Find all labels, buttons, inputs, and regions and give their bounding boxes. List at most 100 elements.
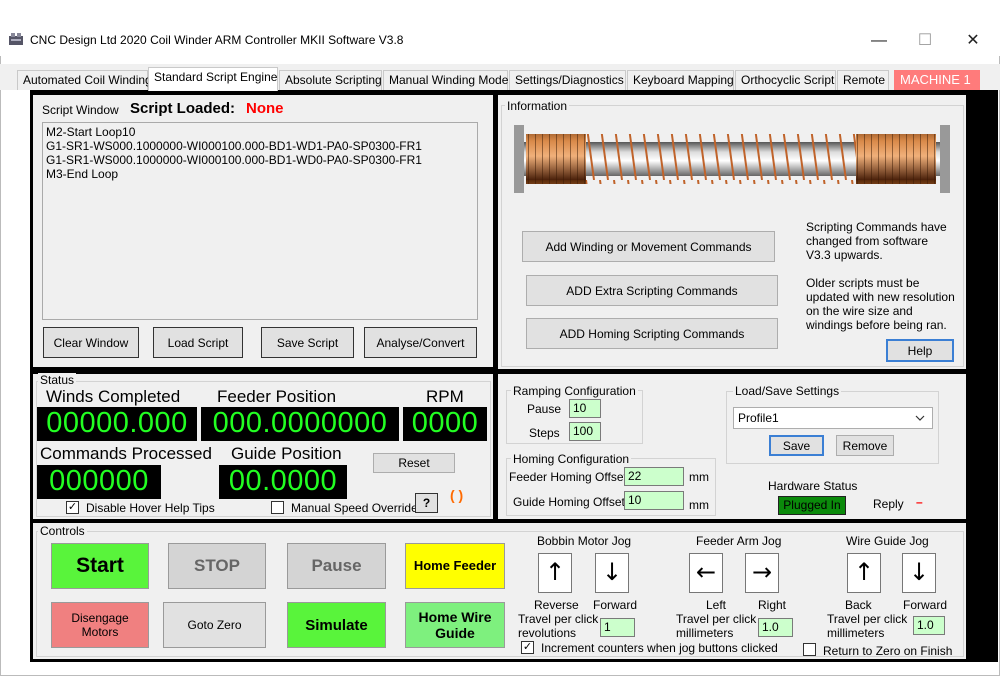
tab-settings-diagnostics[interactable]: Settings/Diagnostics	[509, 70, 626, 90]
home-feeder-button[interactable]: Home Feeder	[405, 543, 505, 589]
tab-remote[interactable]: Remote	[837, 70, 889, 90]
arrow-down-icon: ↓	[908, 558, 930, 586]
loadsave-label: Load/Save Settings	[733, 384, 842, 398]
rpm-label: RPM	[426, 387, 464, 406]
analyse-convert-button[interactable]: Analyse/Convert	[364, 327, 477, 358]
guide-jog-label: Wire Guide Jog	[846, 534, 929, 548]
script-loaded-label: Script Loaded:	[130, 100, 236, 117]
disable-hover-checkbox[interactable]: ✓	[66, 501, 79, 514]
commands-processed-label: Commands Processed	[40, 444, 212, 463]
window-title: CNC Design Ltd 2020 Coil Winder ARM Cont…	[30, 33, 404, 47]
add-winding-button[interactable]: Add Winding or Movement Commands	[522, 231, 775, 262]
add-extra-button[interactable]: ADD Extra Scripting Commands	[526, 275, 778, 306]
arrow-up-icon: ↑	[853, 558, 875, 586]
feeder-offset-unit: mm	[689, 470, 709, 484]
increment-counters-checkbox[interactable]: ✓	[521, 641, 534, 654]
guide-offset-unit: mm	[689, 498, 709, 512]
guide-back-button[interactable]: ↑	[847, 553, 881, 593]
feeder-travel-input[interactable]: 1.0	[758, 618, 793, 637]
guide-travel-label: Travel per click millimeters	[827, 612, 908, 640]
add-homing-button[interactable]: ADD Homing Scripting Commands	[526, 318, 778, 349]
manual-speed-checkbox[interactable]	[271, 501, 284, 514]
save-script-button[interactable]: Save Script	[261, 327, 354, 358]
homing-label: Homing Configuration	[511, 452, 632, 466]
tab-standard-script-engine[interactable]: Standard Script Engine	[148, 67, 278, 91]
load-script-button[interactable]: Load Script	[153, 327, 243, 358]
remove-settings-button[interactable]: Remove	[836, 435, 894, 456]
script-line: M3-End Loop	[46, 167, 119, 181]
guide-forward-label: Forward	[903, 598, 948, 612]
maximize-icon[interactable]: ☐	[902, 30, 948, 52]
guide-forward-button[interactable]: ↓	[902, 553, 936, 593]
feeder-offset-input[interactable]: 22	[624, 467, 684, 486]
chevron-down-icon	[915, 415, 925, 421]
status-label: Status	[38, 373, 77, 387]
tab-orthocyclic-script[interactable]: Orthocyclic Script	[735, 70, 836, 90]
tab-machine-1[interactable]: MACHINE 1	[894, 70, 980, 90]
pause-button[interactable]: Pause	[287, 543, 386, 589]
minimize-icon[interactable]: —	[856, 30, 902, 52]
status-indicator: ( )	[450, 487, 464, 503]
arrow-left-icon: ←	[695, 558, 717, 586]
start-button[interactable]: Start	[51, 543, 149, 589]
tab-manual-winding-mode[interactable]: Manual Winding Mode	[383, 70, 508, 90]
feeder-offset-label: Feeder Homing Offset	[509, 470, 627, 484]
increment-counters-label: Increment counters when jog buttons clic…	[541, 641, 778, 655]
bobbin-reverse-label: Reverse	[534, 598, 579, 612]
tab-absolute-scripting[interactable]: Absolute Scripting	[279, 70, 382, 90]
goto-zero-button[interactable]: Goto Zero	[163, 602, 266, 648]
script-line: G1-SR1-WS000.1000000-WI000100.000-BD1-WD…	[46, 153, 422, 167]
home-wire-guide-button[interactable]: Home Wire Guide	[405, 602, 505, 648]
feeder-travel-label: Travel per click millimeters	[676, 612, 757, 640]
pause-input[interactable]: 10	[569, 399, 601, 418]
feeder-left-label: Left	[706, 598, 727, 612]
guide-offset-input[interactable]: 10	[624, 491, 684, 510]
return-zero-checkbox[interactable]	[803, 643, 816, 656]
manual-speed-label: Manual Speed Override	[291, 501, 418, 515]
feeder-right-button[interactable]: →	[745, 553, 779, 593]
bobbin-travel-input[interactable]: 1	[600, 618, 635, 637]
hardware-status-indicator: Plugged In	[778, 496, 846, 515]
information-label: Information	[505, 99, 570, 113]
guide-position-label: Guide Position	[231, 444, 342, 463]
feeder-left-button[interactable]: ←	[689, 553, 723, 593]
ramping-label: Ramping Configuration	[511, 384, 638, 398]
steps-label: Steps	[529, 426, 560, 440]
winds-completed-display: 00000.000	[37, 407, 197, 441]
steps-input[interactable]: 100	[569, 422, 601, 441]
arrow-right-icon: →	[751, 558, 773, 586]
tab-automated-coil-winding[interactable]: Automated Coil Winding	[17, 70, 152, 90]
profile-select-value: Profile1	[738, 411, 779, 425]
stop-button[interactable]: STOP	[168, 543, 266, 589]
close-icon[interactable]: ✕	[950, 30, 996, 52]
arrow-up-icon: ↑	[544, 558, 566, 586]
tab-keyboard-mapping[interactable]: Keyboard Mapping	[627, 70, 734, 90]
guide-travel-input[interactable]: 1.0	[913, 616, 945, 635]
disengage-motors-button[interactable]: Disengage Motors	[51, 602, 149, 648]
feeder-right-label: Right	[758, 598, 787, 612]
simulate-button[interactable]: Simulate	[287, 602, 386, 648]
feeder-position-label: Feeder Position	[217, 387, 337, 406]
bobbin-reverse-button[interactable]: ↑	[538, 553, 572, 593]
bobbin-travel-label: Travel per click revolutions	[518, 612, 599, 640]
return-zero-label: Return to Zero on Finish	[823, 644, 953, 658]
guide-back-label: Back	[845, 598, 872, 612]
script-line: G1-SR1-WS000.1000000-WI000100.000-BD1-WD…	[46, 139, 422, 153]
info-note-1: Scripting Commands have changed from sof…	[806, 220, 947, 262]
bobbin-forward-label: Forward	[593, 598, 638, 612]
bobbin-forward-button[interactable]: ↓	[595, 553, 629, 593]
help-button[interactable]: Help	[886, 339, 954, 362]
coil-image	[514, 125, 950, 193]
script-window-label: Script Window	[42, 103, 119, 117]
script-textarea[interactable]: M2-Start Loop10 G1-SR1-WS000.1000000-WI0…	[42, 122, 478, 320]
script-loaded-value: None	[246, 100, 284, 117]
profile-select[interactable]: Profile1	[733, 407, 933, 429]
info-note-2: Older scripts must be updated with new r…	[806, 276, 955, 332]
reset-button[interactable]: Reset	[373, 453, 455, 473]
hardware-status-label: Hardware Status	[768, 479, 858, 493]
clear-window-button[interactable]: Clear Window	[43, 327, 139, 358]
save-settings-button[interactable]: Save	[769, 435, 824, 456]
rpm-display: 0000	[403, 407, 487, 441]
help-question-button[interactable]: ?	[415, 493, 438, 513]
guide-position-display: 00.0000	[219, 465, 347, 499]
